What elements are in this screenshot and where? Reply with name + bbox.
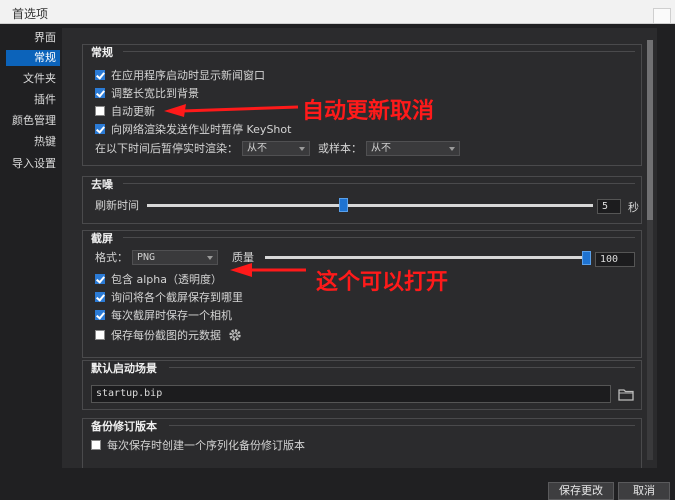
checkbox[interactable] (95, 274, 105, 284)
divider (169, 367, 635, 368)
samples-label: 或样本： (318, 142, 362, 155)
refresh-slider-track[interactable] (147, 204, 593, 207)
sidebar-item-folders[interactable]: 文件夹 (6, 71, 60, 87)
checkbox[interactable] (95, 88, 105, 98)
screenshot-title: 截屏 (91, 232, 113, 245)
refresh-time-input[interactable]: 5 (597, 199, 621, 214)
backup-group: 备份修订版本 每次保存时创建一个序列化备份修订版本 (82, 418, 642, 468)
scroll-thumb[interactable] (647, 40, 653, 220)
title-bar: 首选项 (0, 0, 675, 24)
quality-slider-track[interactable] (265, 256, 591, 259)
divider (169, 425, 635, 426)
sidebar-item-general[interactable]: 常规 (6, 50, 60, 66)
window-title: 首选项 (12, 7, 49, 21)
sidebar-item-color-management[interactable]: 颜色管理 (6, 113, 60, 129)
startup-title: 默认启动场景 (91, 362, 157, 375)
folder-icon[interactable] (618, 387, 634, 401)
option-label: 包含 alpha（透明度） (111, 273, 222, 286)
refresh-label-row: 刷新时间 (95, 197, 139, 213)
general-title: 常规 (91, 46, 113, 59)
gear-icon[interactable] (227, 327, 243, 343)
option-label: 每次保存时创建一个序列化备份修订版本 (107, 439, 305, 452)
option-label: 每次截屏时保存一个相机 (111, 309, 232, 322)
denoise-group: 去噪 刷新时间 5 秒 (82, 176, 642, 224)
checkbox[interactable] (95, 106, 105, 116)
startup-path-input[interactable]: startup.bip (91, 385, 611, 403)
checkbox[interactable] (95, 330, 105, 340)
sidebar-item-import-settings[interactable]: 导入设置 (6, 156, 60, 172)
option-save-camera[interactable]: 每次截屏时保存一个相机 (95, 307, 232, 323)
checkbox[interactable] (95, 124, 105, 134)
divider (123, 237, 635, 238)
pause-realtime-row: 在以下时间后暂停实时渲染： 从不 或样本： 从不 (95, 140, 460, 156)
option-label: 向网络渲染发送作业时暂停 KeyShot (111, 123, 292, 136)
annotation-arrow-auto-update (164, 104, 299, 117)
option-label: 保存每份截图的元数据 (111, 329, 221, 342)
annotation-arrow-alpha (230, 263, 306, 277)
pause-time-select[interactable]: 从不 (242, 140, 310, 156)
checkbox[interactable] (95, 310, 105, 320)
option-serial-backup[interactable]: 每次保存时创建一个序列化备份修订版本 (91, 437, 305, 453)
samples-select[interactable]: 从不 (366, 140, 460, 156)
checkbox[interactable] (91, 440, 101, 450)
refresh-slider-thumb[interactable] (339, 198, 349, 212)
quality-input[interactable]: 100 (595, 252, 635, 267)
checkbox[interactable] (95, 292, 105, 302)
preferences-window: 界面 常规 文件夹 插件 颜色管理 热键 导入设置 常规 在应用程序启动时显示新… (0, 24, 675, 500)
scrollbar[interactable] (647, 40, 653, 460)
format-select[interactable]: PNG (132, 249, 218, 265)
option-label: 自动更新 (111, 105, 155, 118)
annotation-alpha-can-open: 这个可以打开 (316, 270, 449, 295)
annotation-auto-update-cancel: 自动更新取消 (302, 99, 435, 124)
divider (123, 183, 635, 184)
option-auto-update[interactable]: 自动更新 (95, 103, 155, 119)
divider (123, 51, 635, 52)
startup-scene-group: 默认启动场景 startup.bip (82, 360, 642, 410)
option-label: 询问将各个截屏保存到哪里 (111, 291, 243, 304)
format-label: 格式： (95, 251, 128, 264)
checkbox[interactable] (95, 70, 105, 80)
close-button[interactable] (653, 8, 671, 24)
unit-label: 秒 (628, 201, 639, 214)
sidebar-item-interface[interactable]: 界面 (6, 30, 60, 46)
option-label: 在应用程序启动时显示新闻窗口 (111, 69, 265, 82)
sidebar-item-hotkeys[interactable]: 热键 (6, 134, 60, 150)
option-save-metadata[interactable]: 保存每份截图的元数据 (95, 327, 243, 343)
dialog-footer: 保存更改 取消 (0, 478, 675, 500)
save-changes-button[interactable]: 保存更改 (548, 482, 614, 500)
option-show-news[interactable]: 在应用程序启动时显示新闻窗口 (95, 67, 265, 83)
quality-slider-thumb[interactable] (582, 251, 591, 265)
cancel-button[interactable]: 取消 (618, 482, 670, 500)
refresh-label: 刷新时间 (95, 199, 139, 212)
backup-title: 备份修订版本 (91, 420, 157, 433)
pause-label: 在以下时间后暂停实时渲染： (95, 142, 238, 155)
unit-row: 秒 (628, 199, 639, 215)
option-include-alpha[interactable]: 包含 alpha（透明度） (95, 271, 222, 287)
option-pause-network-render[interactable]: 向网络渲染发送作业时暂停 KeyShot (95, 121, 291, 137)
sidebar-item-plugins[interactable]: 插件 (6, 92, 60, 108)
denoise-title: 去噪 (91, 178, 113, 191)
option-ask-save-location[interactable]: 询问将各个截屏保存到哪里 (95, 289, 243, 305)
